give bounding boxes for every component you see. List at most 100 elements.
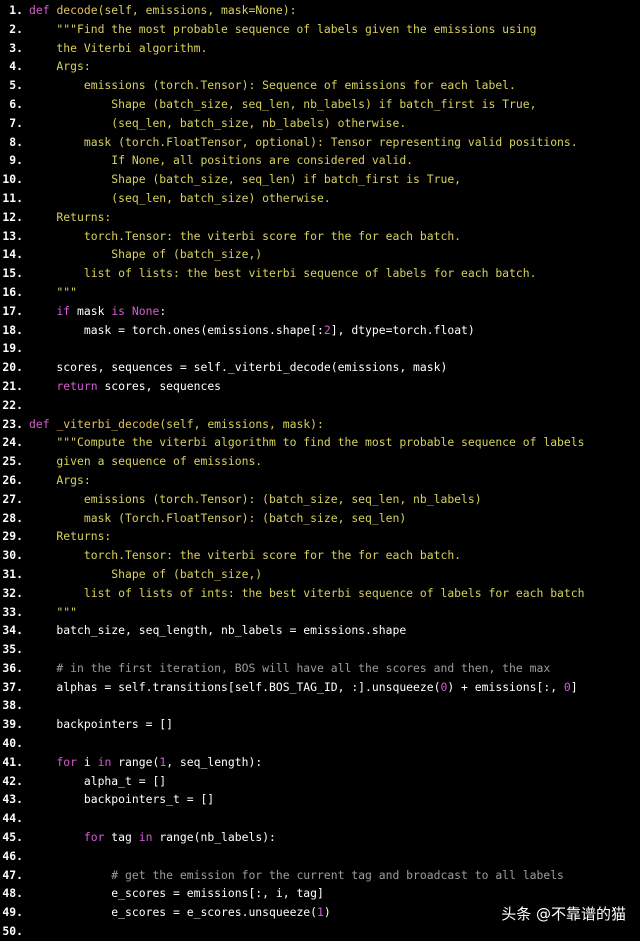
code-line: 21. return scores, sequences [0,377,640,396]
code-line: 45. for tag in range(nb_labels): [0,828,640,847]
code-token: 1 [317,905,324,920]
code-token: Shape (batch_size, seq_len) if batch_fir… [29,172,462,187]
line-number: 46. [2,848,23,863]
code-token: """Compute the viterbi algorithm to find… [29,435,585,450]
code-token: _viterbi_decode [56,416,160,431]
line-number: 17. [2,303,23,318]
code-text: Returns: [29,527,111,546]
line-number: 24. [2,435,23,450]
code-line: 13. torch.Tensor: the viterbi score for … [0,227,640,246]
code-text: Shape (batch_size, seq_len) if batch_fir… [29,170,461,189]
code-line: 15. list of lists: the best viterbi sequ… [0,264,640,283]
code-line: 39. backpointers = [] [0,715,640,734]
code-line: 34. batch_size, seq_length, nb_labels = … [0,621,640,640]
code-token: ], dtype=torch.float) [330,322,475,337]
code-line: 14. Shape of (batch_size,) [0,245,640,264]
line-number: 41. [2,754,23,769]
code-text: the Viterbi algorithm. [29,39,207,58]
line-number: 19. [2,341,23,356]
code-token: mask (Torch.FloatTensor): (batch_size, s… [29,510,407,525]
code-text: list of lists: the best viterbi sequence… [29,264,537,283]
code-line: 25. given a sequence of emissions. [0,452,640,471]
line-number: 20. [2,360,23,375]
line-number: 28. [2,510,23,525]
line-number: 12. [2,209,23,224]
code-line: 33. """ [0,603,640,622]
code-token: def [29,416,57,431]
code-token: Shape of (batch_size,) [29,247,263,262]
code-text: list of lists of ints: the best viterbi … [29,584,585,603]
line-number: 35. [2,642,23,657]
code-line: 19. [0,339,640,358]
code-token: emissions (torch.Tensor): (batch_size, s… [29,491,482,506]
code-token: (self, emissions, mask): [159,416,324,431]
line-number: 34. [2,623,23,638]
code-line: 41. for i in range(1, seq_length): [0,753,640,772]
line-number: 47. [2,867,23,882]
code-line: 1. def decode(self, emissions, mask=None)… [0,1,640,20]
code-token: torch.Tensor: the viterbi score for the … [29,548,462,563]
code-line: 5. emissions (torch.Tensor): Sequence of… [0,76,640,95]
code-token: backpointers = [] [29,717,174,732]
code-line: 37. alphas = self.transitions[self.BOS_T… [0,678,640,697]
code-line: 23. def _viterbi_decode(self, emissions, … [0,415,640,434]
code-token: scores, sequences [97,378,222,393]
code-line: 22. [0,396,640,415]
code-token: """ [29,284,78,299]
code-line: 29. Returns: [0,527,640,546]
code-token: (self, emissions, mask=None): [97,3,297,17]
code-text: (seq_len, batch_size) otherwise. [29,189,330,208]
code-token: in [138,830,153,845]
code-line: 38. [0,696,640,715]
code-text: Args: [29,471,90,490]
line-number: 6. [9,96,23,111]
code-text: e_scores = e_scores.unsqueeze(1) [29,903,330,922]
code-line: 7. (seq_len, batch_size, nb_labels) othe… [0,114,640,133]
code-token: alpha_t = [] [29,773,167,788]
code-view: 1. def decode(self, emissions, mask=None)… [0,0,640,941]
line-number: 22. [2,397,23,412]
code-text: alphas = self.transitions[self.BOS_TAG_I… [29,678,577,697]
code-token: emissions (torch.Tensor): Sequence of em… [29,78,516,93]
line-number: 37. [2,679,23,694]
code-line: 36. # in the first iteration, BOS will h… [0,659,640,678]
code-token: return [56,378,98,393]
code-token: list of lists: the best viterbi sequence… [29,266,537,281]
code-line: 8. mask (torch.FloatTensor, optional): T… [0,133,640,152]
code-text: def _viterbi_decode(self, emissions, mas… [29,415,324,434]
code-line: 2. """Find the most probable sequence of… [0,20,640,39]
line-number: 8. [9,134,23,149]
code-text: backpointers = [] [29,715,173,734]
code-token: If None, all positions are considered va… [29,153,414,168]
code-text: """ [29,283,77,302]
code-token: given a sequence of emissions. [29,454,263,469]
code-line: 3. the Viterbi algorithm. [0,39,640,58]
code-text: """Find the most probable sequence of la… [29,20,536,39]
line-number: 42. [2,773,23,788]
line-number: 4. [9,59,23,74]
code-text: # in the first iteration, BOS will have … [29,659,550,678]
line-number: 49. [2,905,23,920]
code-token: None [131,303,160,318]
line-number: 43. [2,792,23,807]
code-token: """Find the most probable sequence of la… [29,21,537,36]
line-number: 44. [2,811,23,826]
code-line: 42. alpha_t = [] [0,772,640,791]
code-text: batch_size, seq_length, nb_labels = emis… [29,621,406,640]
code-token: scores, sequences = self._viterbi_decode… [29,360,448,375]
code-line: 32. list of lists of ints: the best vite… [0,584,640,603]
code-token: decode [56,3,98,17]
line-number: 2. [9,21,23,36]
code-line: 24. """Compute the viterbi algorithm to … [0,433,640,452]
code-token: torch.Tensor: the viterbi score for the … [29,228,462,243]
line-number: 31. [2,566,23,581]
line-number: 18. [2,322,23,337]
code-line: 47. # get the emission for the current t… [0,866,640,885]
code-line: 10. Shape (batch_size, seq_len) if batch… [0,170,640,189]
code-text: emissions (torch.Tensor): (batch_size, s… [29,490,482,509]
code-token: Shape of (batch_size,) [29,566,263,581]
code-text: backpointers_t = [] [29,790,214,809]
